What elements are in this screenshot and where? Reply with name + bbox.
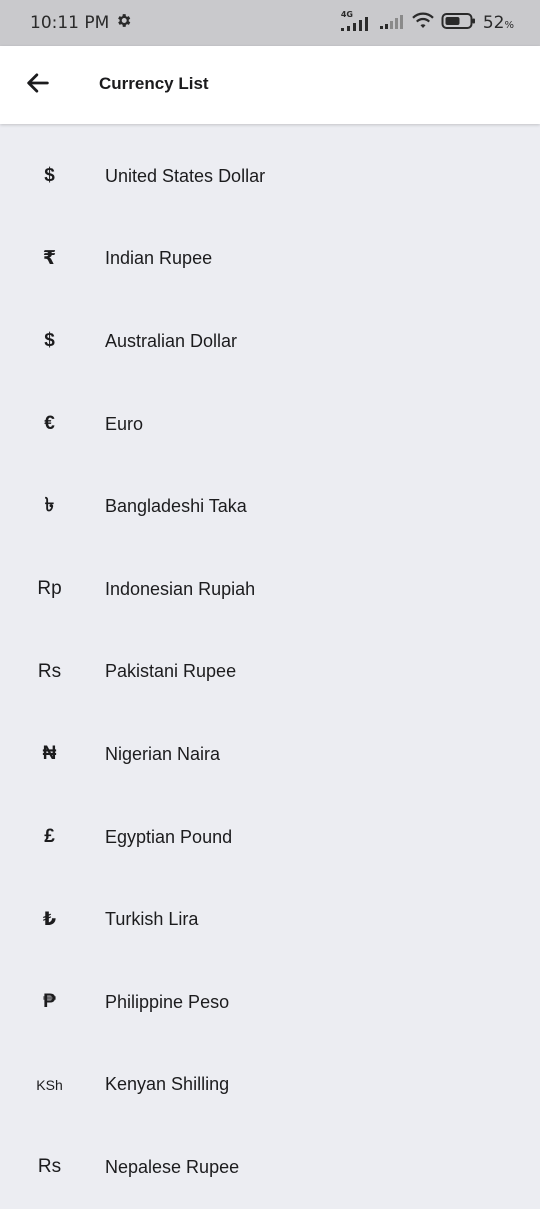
currency-name: Nigerian Naira — [105, 743, 221, 764]
currency-item-inr[interactable]: ₹ Indian Rupee — [0, 218, 540, 301]
currency-name: Turkish Lira — [105, 909, 199, 930]
currency-item-egp[interactable]: £ Egyptian Pound — [0, 796, 540, 879]
currency-item-pkr[interactable]: Rs Pakistani Rupee — [0, 631, 540, 714]
currency-name: Euro — [105, 413, 144, 434]
back-button[interactable] — [22, 69, 54, 101]
wifi-icon — [411, 11, 435, 36]
status-left: 10:11 PM — [30, 12, 132, 34]
currency-item-aud[interactable]: $ Australian Dollar — [0, 300, 540, 383]
currency-item-bdt[interactable]: ৳ Bangladeshi Taka — [0, 465, 540, 548]
currency-name: Pakistani Rupee — [105, 661, 237, 682]
battery-icon — [441, 12, 477, 35]
currency-symbol: ৳ — [44, 494, 55, 516]
currency-item-try[interactable]: ₺ Turkish Lira — [0, 878, 540, 961]
currency-name: Bangladeshi Taka — [105, 496, 247, 517]
status-bar: 10:11 PM 4G 52% — [0, 0, 540, 46]
currency-name: Egyptian Pound — [105, 826, 233, 847]
currency-item-eur[interactable]: € Euro — [0, 383, 540, 466]
gear-icon — [115, 12, 132, 34]
status-right: 4G 52% — [339, 10, 514, 36]
currency-symbol: Rp — [37, 578, 62, 600]
currency-symbol: Rs — [37, 1156, 62, 1178]
status-time: 10:11 PM — [30, 13, 110, 33]
currency-name: Philippine Peso — [105, 991, 230, 1012]
currency-item-usd[interactable]: $ United States Dollar — [0, 135, 540, 218]
currency-name: Indian Rupee — [105, 248, 213, 269]
currency-symbol: ₺ — [42, 909, 57, 931]
cellular-signal-2-icon — [379, 11, 405, 36]
currency-symbol: £ — [44, 826, 55, 848]
app-bar: Currency List — [0, 46, 540, 124]
currency-symbol: KSh — [36, 1076, 63, 1093]
cellular-signal-icon: 4G — [339, 10, 373, 33]
currency-item-npr[interactable]: Rs Nepalese Rupee — [0, 1126, 540, 1209]
currency-item-php[interactable]: ₱ Philippine Peso — [0, 961, 540, 1044]
currency-name: Kenyan Shilling — [105, 1074, 230, 1095]
arrow-left-icon — [24, 69, 52, 102]
currency-name: Nepalese Rupee — [105, 1156, 240, 1177]
page-title: Currency List — [99, 74, 209, 93]
currency-name: Australian Dollar — [105, 330, 238, 351]
currency-symbol: ₦ — [42, 743, 57, 765]
currency-item-idr[interactable]: Rp Indonesian Rupiah — [0, 548, 540, 631]
battery-percent: 52% — [482, 13, 514, 33]
currency-list: $ United States Dollar ₹ Indian Rupee $ … — [0, 135, 540, 1209]
currency-symbol: ₱ — [43, 991, 56, 1013]
currency-symbol: $ — [44, 165, 55, 187]
currency-symbol: $ — [44, 330, 55, 352]
currency-symbol: ₹ — [42, 248, 57, 270]
currency-symbol: Rs — [37, 660, 62, 682]
currency-name: Indonesian Rupiah — [105, 578, 256, 599]
currency-symbol: € — [44, 413, 55, 435]
currency-item-ngn[interactable]: ₦ Nigerian Naira — [0, 713, 540, 796]
currency-name: United States Dollar — [105, 165, 266, 186]
currency-item-kes[interactable]: KSh Kenyan Shilling — [0, 1044, 540, 1127]
